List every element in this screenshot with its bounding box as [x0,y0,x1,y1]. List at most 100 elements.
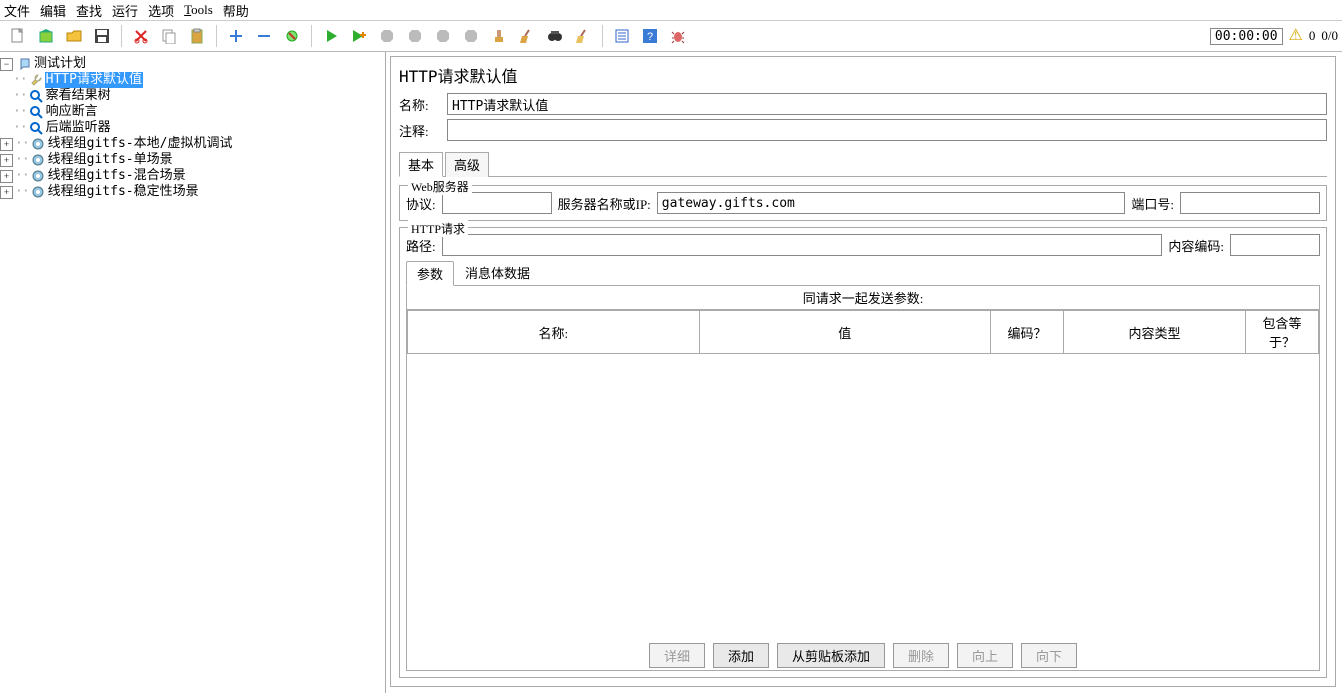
tree-threadgroup-mixed[interactable]: + ·· 线程组gitfs-混合场景 [0,168,385,184]
tree-http-defaults[interactable]: ·· HTTP请求默认值 [0,72,385,88]
tree-assertion[interactable]: ·· 响应断言 [0,104,385,120]
http-legend: HTTP请求 [408,220,468,237]
scissors-icon [133,28,149,44]
port-label: 端口号: [1131,194,1174,213]
paste-button[interactable] [185,24,209,48]
toggle-icon [284,28,300,44]
tree-backend-listener[interactable]: ·· 后端监听器 [0,120,385,136]
clipboard-icon [189,28,205,44]
menu-edit[interactable]: 编辑 [40,1,66,20]
gear-icon [31,153,45,167]
clear-all-button[interactable] [515,24,539,48]
toggle-button[interactable] [280,24,304,48]
broom2-icon [575,28,591,44]
remote-stop-button[interactable] [431,24,455,48]
param-tabstrip: 参数 消息体数据 [406,260,1320,285]
search-button[interactable] [543,24,567,48]
comment-label: 注释: [399,121,447,140]
tab-basic[interactable]: 基本 [399,152,443,177]
remote-stop-icon [435,28,451,44]
play-icon [323,28,339,44]
testplan-icon [17,57,31,71]
shutdown-icon [407,28,423,44]
name-input[interactable] [447,93,1327,115]
clear-button[interactable] [487,24,511,48]
params-box: 同请求一起发送参数: 名称: 值 编码？ 内容类型 包含等于？ [406,285,1320,671]
detail-button: 详细 [649,643,705,668]
tree-root[interactable]: − 测试计划 [0,56,385,72]
minus-icon [256,28,272,44]
params-table[interactable]: 名称: 值 编码？ 内容类型 包含等于？ [407,310,1319,354]
warning-count: 0 [1309,28,1316,44]
tab-bodydata[interactable]: 消息体数据 [454,260,541,285]
help-button[interactable]: ? [638,24,662,48]
col-name[interactable]: 名称: [408,311,700,354]
tree-panel[interactable]: − 测试计划 ·· HTTP请求默认值 ·· 察看结果树 ·· [0,52,386,693]
save-button[interactable] [90,24,114,48]
tab-params[interactable]: 参数 [406,261,454,286]
tree-threadgroup-local[interactable]: + ·· 线程组gitfs-本地/虚拟机调试 [0,136,385,152]
gear-icon [31,169,45,183]
shutdown-button[interactable] [403,24,427,48]
copy-button[interactable] [157,24,181,48]
stop-button[interactable] [375,24,399,48]
menu-run[interactable]: 运行 [112,1,138,20]
collapse-all-button[interactable] [252,24,276,48]
warning-icon[interactable]: ⚠ [1289,28,1303,44]
menu-options[interactable]: 选项 [148,1,174,20]
col-equals[interactable]: 包含等于？ [1246,311,1319,354]
menu-find[interactable]: 查找 [76,1,102,20]
templates-button[interactable] [34,24,58,48]
copy-icon [161,28,177,44]
cut-button[interactable] [129,24,153,48]
stop-icon [379,28,395,44]
magnifier-icon [29,89,43,103]
brush-icon [491,28,507,44]
webserver-legend: Web服务器 [408,178,472,195]
plus-icon [228,28,244,44]
server-input[interactable] [657,192,1126,214]
col-ctype[interactable]: 内容类型 [1063,311,1245,354]
binoculars-icon [547,28,563,44]
run-button[interactable] [319,24,343,48]
params-header: 同请求一起发送参数: [407,286,1319,310]
comment-input[interactable] [447,119,1327,141]
server-label: 服务器名称或IP: [558,194,651,213]
tree-threadgroup-single[interactable]: + ·· 线程组gitfs-单场景 [0,152,385,168]
box-icon [38,28,54,44]
menu-tools[interactable]: Tools [184,2,213,18]
params-body[interactable] [407,354,1319,637]
path-label: 路径: [406,236,436,255]
gear-icon [31,185,45,199]
clipboard-button[interactable]: 从剪贴板添加 [777,643,885,668]
search-reset-button[interactable] [571,24,595,48]
protocol-input[interactable] [442,192,552,214]
expand-all-button[interactable] [224,24,248,48]
remote-shutdown-button[interactable] [459,24,483,48]
svg-text:?: ? [647,31,653,43]
col-value[interactable]: 值 [699,311,991,354]
name-label: 名称: [399,95,447,114]
debug-button[interactable] [666,24,690,48]
add-button[interactable]: 添加 [713,643,769,668]
new-button[interactable] [6,24,30,48]
tab-advanced[interactable]: 高级 [445,152,489,177]
open-button[interactable] [62,24,86,48]
tree-view-results[interactable]: ·· 察看结果树 [0,88,385,104]
wrench-icon [29,73,43,87]
gear-icon [31,137,45,151]
function-helper-button[interactable] [610,24,634,48]
toolbar: ? 00:00:00 ⚠ 0 0/0 [0,21,1342,52]
run-nopause-button[interactable] [347,24,371,48]
tree-threadgroup-stability[interactable]: + ·· 线程组gitfs-稳定性场景 [0,184,385,200]
menu-help[interactable]: 帮助 [223,1,249,20]
port-input[interactable] [1180,192,1320,214]
encoding-input[interactable] [1230,234,1320,256]
magnifier-icon [29,121,43,135]
help-icon: ? [642,28,658,44]
protocol-label: 协议: [406,194,436,213]
col-encode[interactable]: 编码？ [991,311,1064,354]
path-input[interactable] [442,234,1163,256]
menu-file[interactable]: 文件 [4,1,30,20]
list-icon [614,28,630,44]
